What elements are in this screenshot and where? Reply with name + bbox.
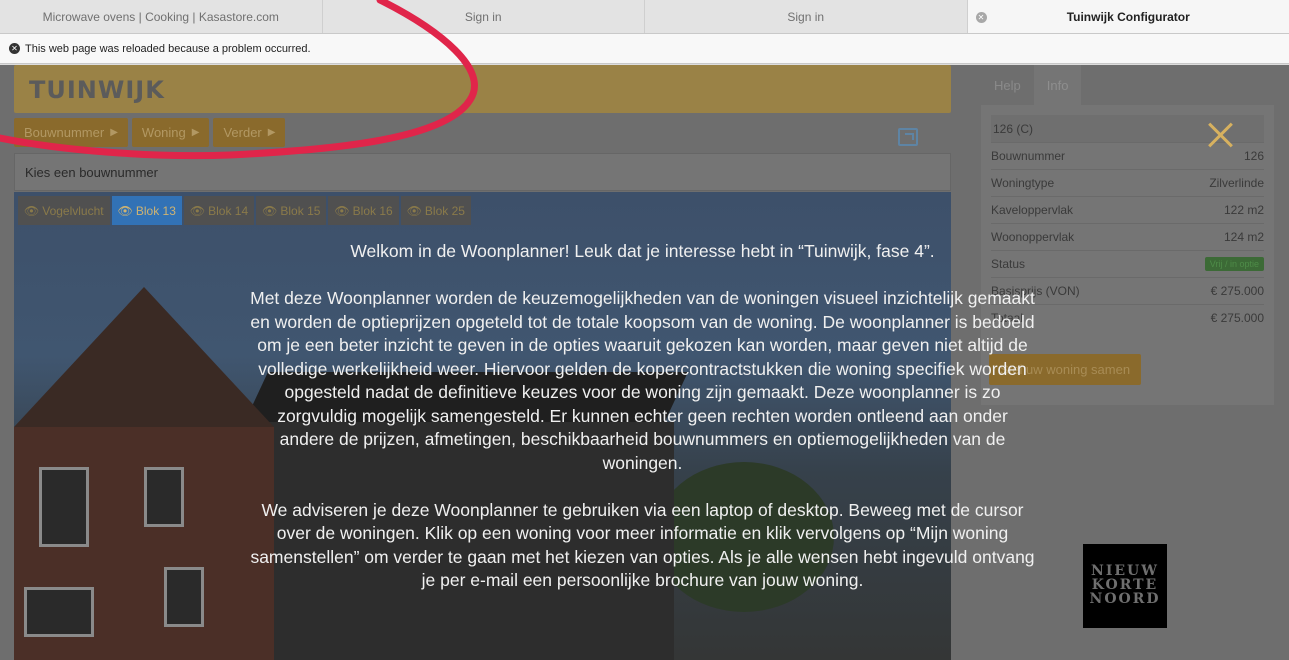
property-row: Woningtype Zilverlinde bbox=[991, 169, 1264, 196]
house-roof bbox=[14, 287, 274, 427]
property-label: Kaveloppervlak bbox=[991, 203, 1074, 217]
logo-line: NOORD bbox=[1089, 591, 1161, 607]
tab-blok-13[interactable]: 👁 Blok 13 bbox=[111, 196, 182, 225]
nav-button-bouwnummer[interactable]: Bouwnummer ▶ bbox=[14, 118, 128, 147]
tab-blok-15[interactable]: 👁 Blok 15 bbox=[256, 196, 327, 225]
property-value: 124 m2 bbox=[1223, 230, 1264, 244]
tab-help[interactable]: Help bbox=[981, 65, 1034, 105]
chevron-right-icon: ▶ bbox=[110, 127, 118, 138]
block-tab-label: Blok 16 bbox=[352, 203, 393, 218]
welcome-overlay: Welkom in de Woonplanner! Leuk dat je in… bbox=[250, 240, 1035, 616]
tab-blok-16[interactable]: 👁 Blok 16 bbox=[328, 196, 399, 225]
eye-icon: 👁 bbox=[262, 203, 278, 218]
eye-icon: 👁 bbox=[334, 203, 350, 218]
block-tab-label: Vogelvlucht bbox=[42, 203, 104, 218]
close-icon[interactable] bbox=[1207, 121, 1235, 149]
reload-banner: ✕ This web page was reloaded because a p… bbox=[0, 34, 1289, 64]
block-tab-label: Blok 25 bbox=[424, 203, 465, 218]
property-value: € 275.000 bbox=[1210, 311, 1264, 325]
welcome-paragraph: Met deze Woonplanner worden de keuzemoge… bbox=[250, 288, 1035, 473]
tab-title: Tuinwijk Configurator bbox=[1066, 9, 1190, 24]
block-tab-label: Blok 15 bbox=[280, 203, 321, 218]
tab-blok-14[interactable]: 👁 Blok 14 bbox=[183, 196, 255, 225]
close-tab-icon[interactable]: ✕ bbox=[975, 12, 987, 23]
header-bar: TUINWIJK bbox=[14, 65, 951, 113]
window bbox=[39, 467, 89, 547]
property-row: Kaveloppervlak 122 m2 bbox=[991, 196, 1264, 223]
block-tab-label: Blok 14 bbox=[208, 203, 249, 218]
block-tabs: 👁 Vogelvlucht 👁 Blok 13 👁 Blok 14 👁 Blok 15 … bbox=[18, 196, 471, 225]
panel-title: Kies een bouwnummer bbox=[14, 153, 951, 191]
nav-buttons: Bouwnummer ▶ Woning ▶ Verder ▶ bbox=[14, 118, 286, 147]
property-value: Zilverlinde bbox=[1209, 176, 1264, 190]
block-tab-label: Blok 13 bbox=[135, 203, 176, 218]
eye-icon: 👁 bbox=[24, 203, 40, 218]
tab-blok-25[interactable]: 👁 Blok 25 bbox=[400, 196, 471, 225]
nav-button-label: Verder bbox=[223, 125, 262, 140]
chevron-right-icon: ▶ bbox=[191, 127, 200, 138]
property-value: 122 m2 bbox=[1223, 203, 1264, 217]
status-badge: Vrij / in optie bbox=[1204, 257, 1264, 271]
eye-icon: 👁 bbox=[117, 203, 133, 218]
welcome-paragraph: Welkom in de Woonplanner! Leuk dat je in… bbox=[350, 241, 935, 261]
browser-tab-active[interactable]: ✕ Tuinwijk Configurator bbox=[967, 0, 1289, 33]
welcome-paragraph: We adviseren je deze Woonplanner te gebr… bbox=[250, 499, 1035, 591]
tab-info[interactable]: Info bbox=[1033, 65, 1082, 105]
window bbox=[24, 587, 94, 637]
house-facade bbox=[14, 287, 274, 660]
tab-title: Sign in bbox=[787, 9, 825, 24]
tab-title: Microwave ovens | Cooking | Kasastore.co… bbox=[42, 9, 279, 24]
browser-tab[interactable]: Sign in bbox=[645, 0, 968, 33]
property-value: 126 bbox=[1243, 149, 1264, 163]
nieuw-korte-noord-logo: NIEUW KORTE NOORD bbox=[1083, 544, 1167, 628]
tab-title: Sign in bbox=[464, 9, 502, 24]
logo-line: NIEUW bbox=[1091, 563, 1159, 579]
browser-tab[interactable]: Microwave ovens | Cooking | Kasastore.co… bbox=[0, 0, 323, 33]
chevron-right-icon: ▶ bbox=[267, 127, 276, 138]
property-heading-text: 126 (C) bbox=[993, 121, 1034, 136]
nav-button-label: Bouwnummer bbox=[24, 125, 105, 140]
popout-icon[interactable] bbox=[898, 128, 918, 146]
nav-button-verder[interactable]: Verder ▶ bbox=[213, 118, 286, 147]
tab-vogelvlucht[interactable]: 👁 Vogelvlucht bbox=[18, 196, 110, 225]
property-value: € 275.000 bbox=[1210, 284, 1264, 298]
property-label: Bouwnummer bbox=[991, 149, 1066, 163]
window bbox=[144, 467, 184, 527]
browser-tab[interactable]: Sign in bbox=[323, 0, 645, 33]
nav-button-woning[interactable]: Woning ▶ bbox=[131, 118, 210, 147]
logo-line: KORTE bbox=[1091, 577, 1159, 593]
eye-icon: 👁 bbox=[189, 203, 206, 218]
browser-tab-bar: Microwave ovens | Cooking | Kasastore.co… bbox=[0, 0, 1289, 34]
error-circle-icon: ✕ bbox=[9, 43, 20, 54]
tuinwijk-logo[interactable]: TUINWIJK bbox=[29, 76, 165, 104]
window bbox=[164, 567, 204, 627]
eye-icon: 👁 bbox=[406, 203, 422, 218]
sidebar-tabs: Help Info bbox=[981, 65, 1274, 105]
property-label: Woningtype bbox=[991, 176, 1055, 190]
nav-button-label: Woning bbox=[141, 125, 186, 140]
banner-message: This web page was reloaded because a pro… bbox=[25, 42, 311, 55]
